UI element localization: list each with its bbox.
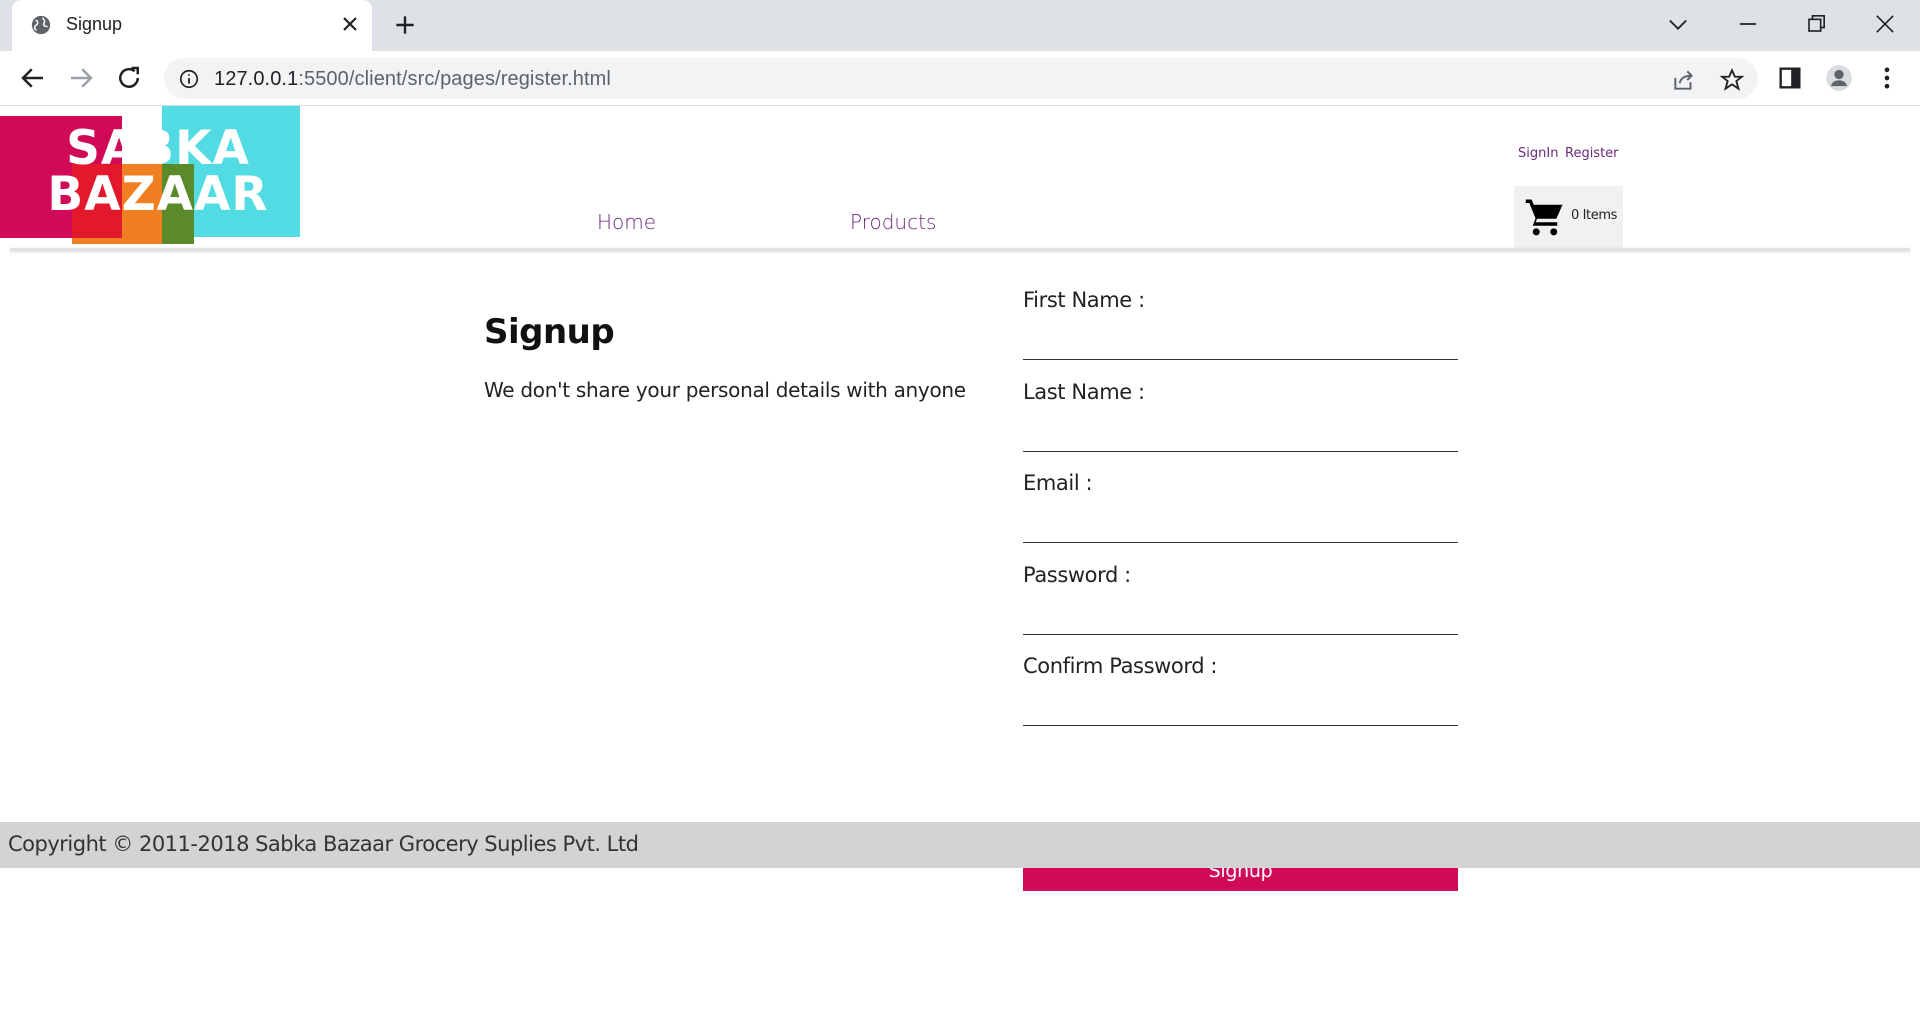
confirm-password-input[interactable] bbox=[1023, 692, 1458, 726]
window-close-icon[interactable] bbox=[1871, 10, 1899, 38]
address-bar[interactable]: 127.0.0.1:5500/client/src/pages/register… bbox=[164, 58, 1758, 99]
plus-icon[interactable] bbox=[392, 12, 418, 38]
first-name-input[interactable] bbox=[1023, 326, 1458, 360]
last-name-input[interactable] bbox=[1023, 417, 1458, 452]
profile-icon[interactable] bbox=[1825, 64, 1853, 92]
copyright-text: Copyright © 2011-2018 Sabka Bazaar Groce… bbox=[8, 832, 639, 856]
site-footer: Copyright © 2011-2018 Sabka Bazaar Groce… bbox=[0, 822, 1920, 868]
confirm-password-field: Confirm Password : bbox=[1023, 654, 1458, 746]
url-path: :5500/client/src/pages/register.html bbox=[298, 68, 611, 90]
globe-icon bbox=[31, 15, 51, 35]
password-label: Password : bbox=[1023, 562, 1131, 587]
forward-icon[interactable] bbox=[66, 63, 96, 93]
nav-home[interactable]: Home bbox=[597, 210, 656, 234]
restore-icon[interactable] bbox=[1802, 10, 1830, 38]
back-icon[interactable] bbox=[18, 63, 48, 93]
password-input[interactable] bbox=[1023, 600, 1458, 635]
browser-toolbar: 127.0.0.1:5500/client/src/pages/register… bbox=[0, 51, 1920, 106]
tab-title: Signup bbox=[66, 14, 123, 34]
logo-line-2: BAZAAR bbox=[47, 167, 269, 222]
page: SABKA BAZAAR Home Products SignIn Regist… bbox=[0, 106, 1920, 1014]
close-icon[interactable] bbox=[338, 12, 362, 36]
browser-tabstrip: Signup bbox=[0, 0, 1920, 51]
info-icon[interactable] bbox=[178, 68, 200, 90]
first-name-field: First Name : bbox=[1023, 288, 1458, 380]
cart-button[interactable]: 0 Items bbox=[1514, 186, 1623, 248]
first-name-label: First Name : bbox=[1023, 288, 1145, 312]
last-name-field: Last Name : bbox=[1023, 380, 1458, 472]
site-logo[interactable]: SABKA BAZAAR bbox=[0, 106, 300, 244]
signup-form: First Name : Last Name : Email : Passwor… bbox=[1023, 288, 1458, 891]
chevron-down-icon[interactable] bbox=[1664, 10, 1692, 38]
password-field: Password : bbox=[1023, 563, 1458, 655]
confirm-password-label: Confirm Password : bbox=[1023, 654, 1218, 678]
url-text: 127.0.0.1:5500/client/src/pages/register… bbox=[214, 68, 611, 91]
reload-icon[interactable] bbox=[114, 63, 144, 93]
email-field: Email : bbox=[1023, 471, 1458, 563]
sidepanel-icon[interactable] bbox=[1776, 64, 1804, 92]
browser-tab[interactable]: Signup bbox=[12, 0, 372, 51]
cart-count: 0 Items bbox=[1571, 208, 1617, 223]
site-header: SABKA BAZAAR Home Products SignIn Regist… bbox=[0, 106, 1920, 251]
signin-link[interactable]: SignIn bbox=[1518, 146, 1558, 161]
nav-products[interactable]: Products bbox=[850, 210, 936, 234]
share-icon[interactable] bbox=[1671, 67, 1697, 93]
page-subtitle: We don't share your personal details wit… bbox=[484, 378, 966, 402]
register-link[interactable]: Register bbox=[1565, 146, 1619, 161]
star-icon[interactable] bbox=[1719, 67, 1745, 93]
logo-line-1: SABKA bbox=[66, 121, 250, 176]
menu-icon[interactable] bbox=[1873, 64, 1901, 92]
page-title: Signup bbox=[484, 312, 615, 352]
minimize-icon[interactable] bbox=[1734, 10, 1762, 38]
last-name-label: Last Name : bbox=[1023, 379, 1145, 404]
url-host: 127.0.0.1 bbox=[214, 68, 299, 90]
signup-intro: Signup We don't share your personal deta… bbox=[484, 312, 984, 402]
email-label: Email : bbox=[1023, 471, 1093, 495]
header-divider bbox=[10, 248, 1910, 251]
email-input[interactable] bbox=[1023, 509, 1458, 543]
logo-text: SABKA BAZAAR bbox=[38, 121, 278, 222]
cart-icon bbox=[1525, 199, 1563, 236]
